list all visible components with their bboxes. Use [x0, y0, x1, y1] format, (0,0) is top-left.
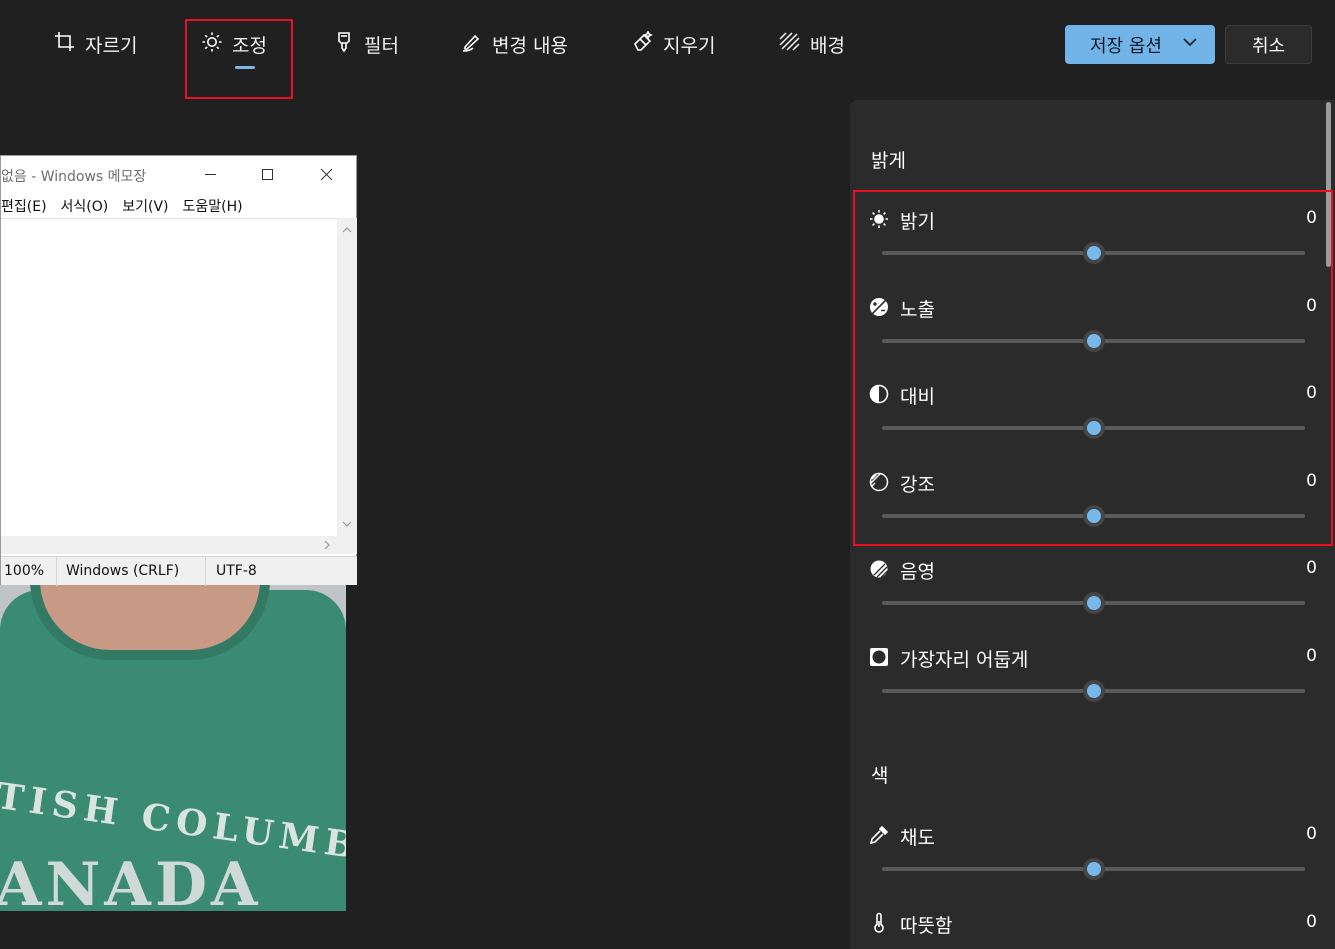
shadows-icon — [868, 558, 890, 580]
notepad-titlebar[interactable]: 없음 - Windows 메모장 — [1, 156, 357, 192]
minimize-button[interactable] — [197, 162, 223, 186]
tab-markup[interactable]: 변경 내용 — [461, 28, 568, 60]
status-divider — [56, 557, 57, 586]
editor-toolbar: 자르기 조정 필터 변경 내용 지우기 배경 저장 옵션 취소 — [0, 0, 1335, 100]
chevron-down-icon — [1182, 34, 1198, 55]
tab-markup-label: 변경 내용 — [492, 34, 568, 57]
adjust-shadows-label: 음영 — [900, 561, 935, 583]
notepad-text-area[interactable] — [1, 218, 337, 536]
menu-format[interactable]: 서식(O) — [61, 196, 109, 216]
adjust-vignette: 가장자리 어둡게 0 — [868, 646, 1320, 716]
photo-canvas: TISH COLUMBIA ANADA — [0, 560, 346, 911]
tab-crop[interactable]: 자르기 — [54, 28, 137, 60]
highlight-box-adjust-tab — [185, 19, 293, 99]
vignette-icon — [868, 646, 890, 668]
adjust-saturation-label: 채도 — [900, 827, 935, 849]
adjust-warmth-label: 따뜻함 — [900, 915, 953, 937]
vignette-slider-thumb[interactable] — [1082, 680, 1105, 702]
adjust-shadows: 음영 0 — [868, 558, 1320, 628]
filter-icon — [333, 31, 355, 58]
maximize-icon — [261, 168, 273, 180]
eraser-icon — [632, 29, 654, 58]
section-color-title: 색 — [871, 765, 889, 787]
tab-background-label: 배경 — [810, 34, 845, 57]
saturation-slider-thumb[interactable] — [1082, 858, 1105, 880]
notepad-menubar: 편집(E) 서식(O) 보기(V) 도움말(H) — [1, 196, 243, 216]
cancel-button[interactable]: 취소 — [1225, 25, 1312, 64]
adjust-saturation: 채도 0 — [868, 824, 1320, 894]
tab-background[interactable]: 배경 — [779, 28, 845, 60]
scroll-right-icon[interactable] — [321, 539, 333, 551]
tab-crop-label: 자르기 — [85, 34, 138, 57]
tab-filter-label: 필터 — [364, 34, 399, 57]
adjust-shadows-value: 0 — [1306, 558, 1317, 578]
crop-icon — [54, 31, 76, 58]
status-line-ending: Windows (CRLF) — [66, 563, 180, 579]
shirt-print-line2: ANADA — [0, 850, 262, 911]
background-icon — [779, 31, 801, 58]
adjust-vignette-value: 0 — [1306, 646, 1317, 666]
highlight-box-light-sliders — [853, 190, 1333, 546]
adjust-saturation-value: 0 — [1306, 824, 1317, 844]
vertical-scrollbar[interactable] — [337, 218, 357, 536]
tab-erase[interactable]: 지우기 — [632, 28, 715, 60]
resize-grip[interactable] — [337, 536, 357, 554]
scroll-up-icon[interactable] — [341, 224, 353, 236]
close-button[interactable] — [313, 162, 339, 186]
close-icon — [320, 168, 332, 180]
markup-pen-icon — [461, 31, 483, 58]
horizontal-scrollbar[interactable] — [1, 536, 337, 554]
menu-help[interactable]: 도움말(H) — [183, 196, 243, 216]
notepad-statusbar: 100% Windows (CRLF) UTF-8 — [1, 556, 357, 586]
status-encoding: UTF-8 — [216, 563, 257, 579]
notepad-title: 없음 - Windows 메모장 — [1, 169, 147, 185]
tab-erase-label: 지우기 — [663, 34, 716, 57]
thermometer-icon — [868, 912, 890, 934]
save-options-label: 저장 옵션 — [1090, 35, 1162, 57]
section-light-title: 밝게 — [871, 150, 906, 172]
shadows-slider-thumb[interactable] — [1082, 592, 1105, 614]
adjust-warmth-value: 0 — [1306, 912, 1317, 932]
scroll-down-icon[interactable] — [341, 518, 353, 530]
maximize-button[interactable] — [254, 162, 280, 186]
tab-filter[interactable]: 필터 — [333, 28, 399, 60]
minimize-icon — [204, 173, 216, 175]
adjust-warmth: 따뜻함 0 — [868, 912, 1320, 949]
eyedropper-icon — [868, 824, 890, 846]
save-options-button[interactable]: 저장 옵션 — [1065, 25, 1215, 64]
adjust-vignette-label: 가장자리 어둡게 — [900, 649, 1029, 671]
menu-edit[interactable]: 편집(E) — [1, 196, 47, 216]
menu-view[interactable]: 보기(V) — [122, 196, 168, 216]
status-zoom: 100% — [4, 563, 45, 579]
status-divider — [205, 557, 206, 586]
notepad-window: 없음 - Windows 메모장 편집(E) 서식(O) 보기(V) 도움말(H… — [0, 155, 357, 586]
